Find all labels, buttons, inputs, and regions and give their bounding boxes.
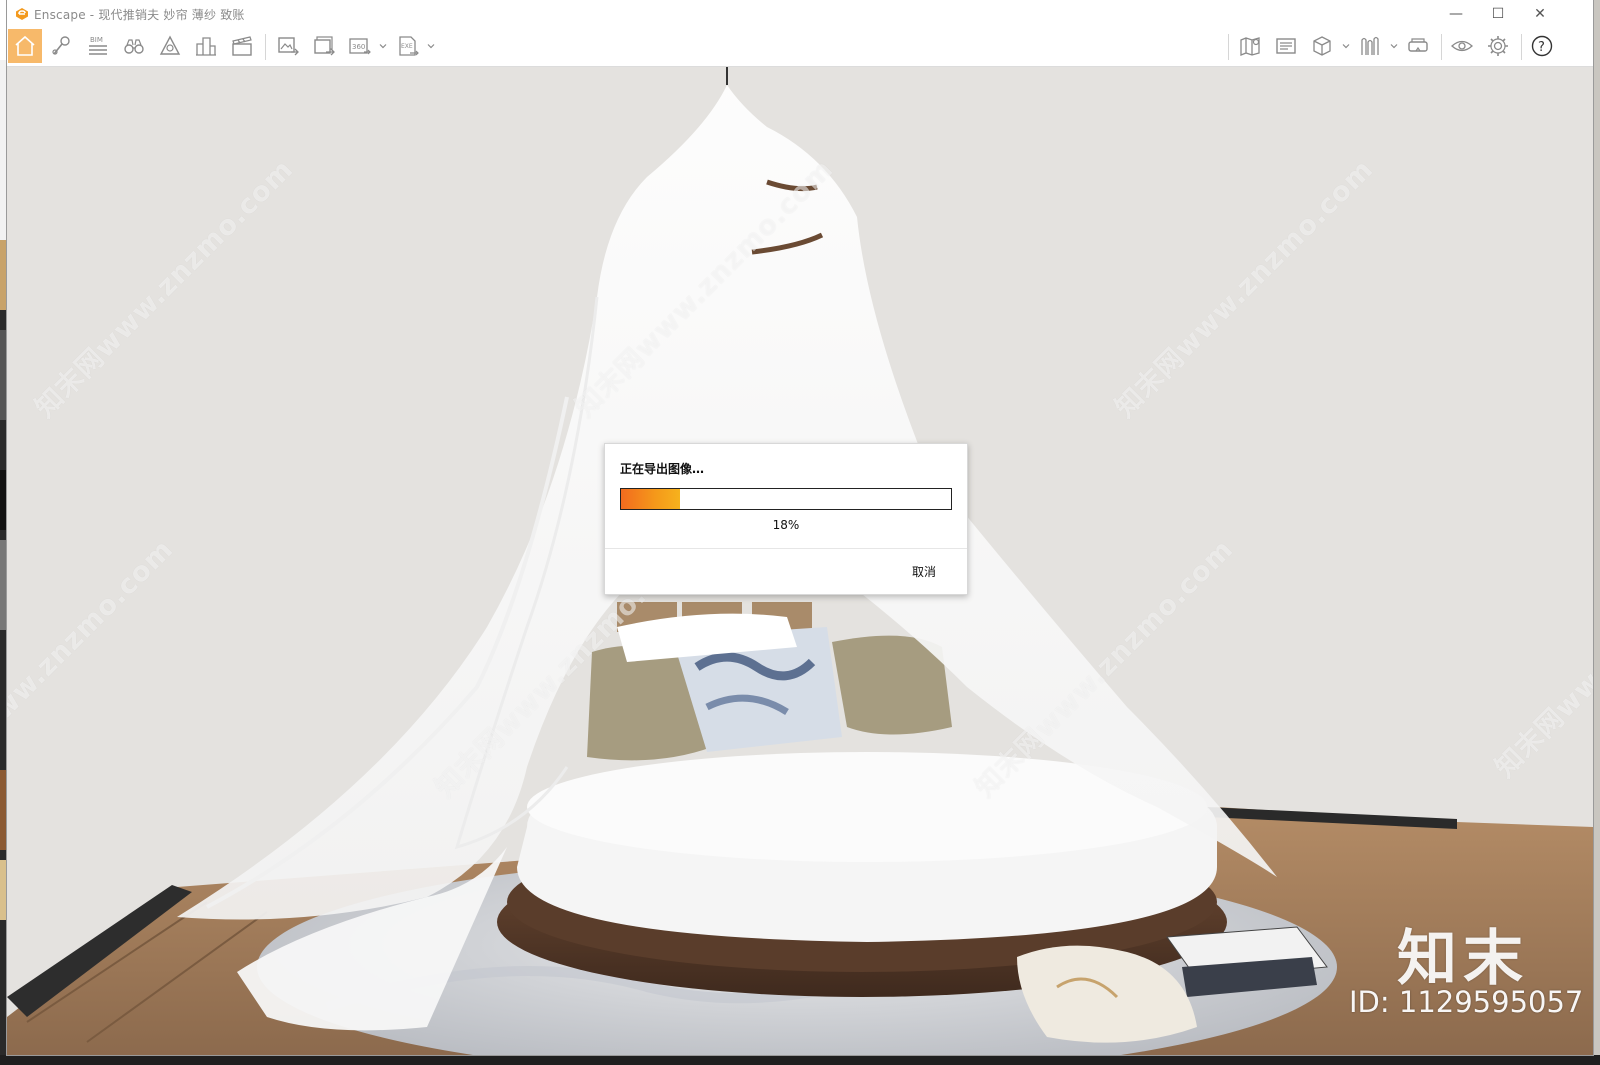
id-watermark: ID: 1129595057 bbox=[1349, 985, 1584, 1019]
cube-view-button[interactable] bbox=[1305, 29, 1339, 63]
dialog-divider bbox=[605, 548, 967, 549]
export-progress-dialog: 正在导出图像… 18% 取消 bbox=[604, 443, 968, 595]
buildings-button[interactable] bbox=[189, 29, 223, 63]
chevron-down-icon[interactable] bbox=[427, 42, 435, 50]
chevron-down-icon[interactable] bbox=[1342, 42, 1350, 50]
bim-icon: BIM bbox=[89, 36, 107, 55]
toolbar-separator bbox=[1228, 34, 1229, 60]
help-icon: ? bbox=[1531, 35, 1553, 57]
minimize-button[interactable]: — bbox=[1435, 0, 1477, 28]
bim-button[interactable]: BIM bbox=[81, 29, 115, 63]
toolbar-separator bbox=[265, 34, 266, 60]
asset-library-icon bbox=[1361, 36, 1379, 55]
vr-headset-icon bbox=[1408, 38, 1428, 52]
exe-export-button[interactable]: EXE bbox=[391, 29, 425, 63]
settings-icon bbox=[1488, 36, 1508, 56]
maximize-icon: ☐ bbox=[1491, 6, 1505, 22]
batch-render-icon bbox=[314, 36, 335, 56]
eye-icon bbox=[1451, 40, 1473, 52]
chevron-down-icon[interactable] bbox=[379, 42, 387, 50]
panorama-360-icon: 360 bbox=[349, 38, 371, 55]
toolbar-separator bbox=[1441, 34, 1442, 60]
svg-text:BIM: BIM bbox=[90, 36, 103, 44]
binoculars-button[interactable] bbox=[117, 29, 151, 63]
vr-headset-button[interactable] bbox=[1401, 29, 1435, 63]
close-button[interactable]: ✕ bbox=[1519, 0, 1561, 28]
settings-button[interactable] bbox=[1481, 29, 1515, 63]
render-image-icon bbox=[278, 37, 299, 56]
maximize-button[interactable]: ☐ bbox=[1477, 0, 1519, 28]
dialog-title: 正在导出图像… bbox=[620, 462, 705, 476]
window-title: Enscape - 现代推销夫 妙帘 薄纱 致账 bbox=[34, 8, 245, 22]
exe-export-icon: EXE bbox=[399, 36, 419, 56]
chevron-down-icon[interactable] bbox=[1390, 42, 1398, 50]
svg-text:EXE: EXE bbox=[401, 43, 413, 50]
toolbar: BIM 360 EXE ? bbox=[7, 28, 1593, 88]
progress-percent: 18% bbox=[772, 518, 800, 532]
visual-settings-button[interactable] bbox=[153, 29, 187, 63]
visual-settings-icon bbox=[159, 35, 181, 55]
walk-mode-button[interactable] bbox=[45, 29, 79, 63]
brand-watermark: 知末 bbox=[1397, 924, 1529, 994]
svg-text:360: 360 bbox=[352, 43, 365, 51]
minimize-icon: — bbox=[1449, 6, 1463, 22]
home-icon bbox=[15, 35, 35, 56]
map-button[interactable] bbox=[1233, 29, 1267, 63]
presentation-icon bbox=[1276, 38, 1296, 54]
progress-bar bbox=[620, 488, 952, 510]
cube-view-icon bbox=[1313, 36, 1331, 56]
help-button[interactable]: ? bbox=[1525, 29, 1559, 63]
title-bar: Enscape - 现代推销夫 妙帘 薄纱 致账 — ☐ ✕ bbox=[7, 0, 1593, 28]
binoculars-icon bbox=[124, 39, 144, 54]
progress-fill bbox=[621, 489, 681, 509]
background-app-bottom bbox=[0, 1055, 1600, 1065]
asset-library-button[interactable] bbox=[1353, 29, 1387, 63]
close-icon: ✕ bbox=[1534, 6, 1546, 22]
enscape-window: Enscape - 现代推销夫 妙帘 薄纱 致账 — ☐ ✕ BIM 360 E… bbox=[7, 0, 1593, 1055]
panorama-360-button[interactable]: 360 bbox=[343, 29, 377, 63]
buildings-icon bbox=[196, 37, 216, 56]
svg-text:?: ? bbox=[1538, 40, 1545, 55]
cancel-button[interactable]: 取消 bbox=[899, 560, 949, 582]
video-editor-button[interactable] bbox=[225, 29, 259, 63]
presentation-button[interactable] bbox=[1269, 29, 1303, 63]
map-icon bbox=[1240, 37, 1260, 56]
video-editor-icon bbox=[232, 36, 252, 56]
background-app-edge bbox=[0, 0, 7, 1065]
home-button[interactable] bbox=[8, 29, 42, 63]
batch-render-button[interactable] bbox=[307, 29, 341, 63]
walk-mode-icon bbox=[52, 36, 70, 55]
toolbar-separator bbox=[1521, 34, 1522, 60]
eye-button[interactable] bbox=[1445, 29, 1479, 63]
enscape-logo-icon bbox=[16, 8, 28, 20]
render-image-button[interactable] bbox=[271, 29, 305, 63]
